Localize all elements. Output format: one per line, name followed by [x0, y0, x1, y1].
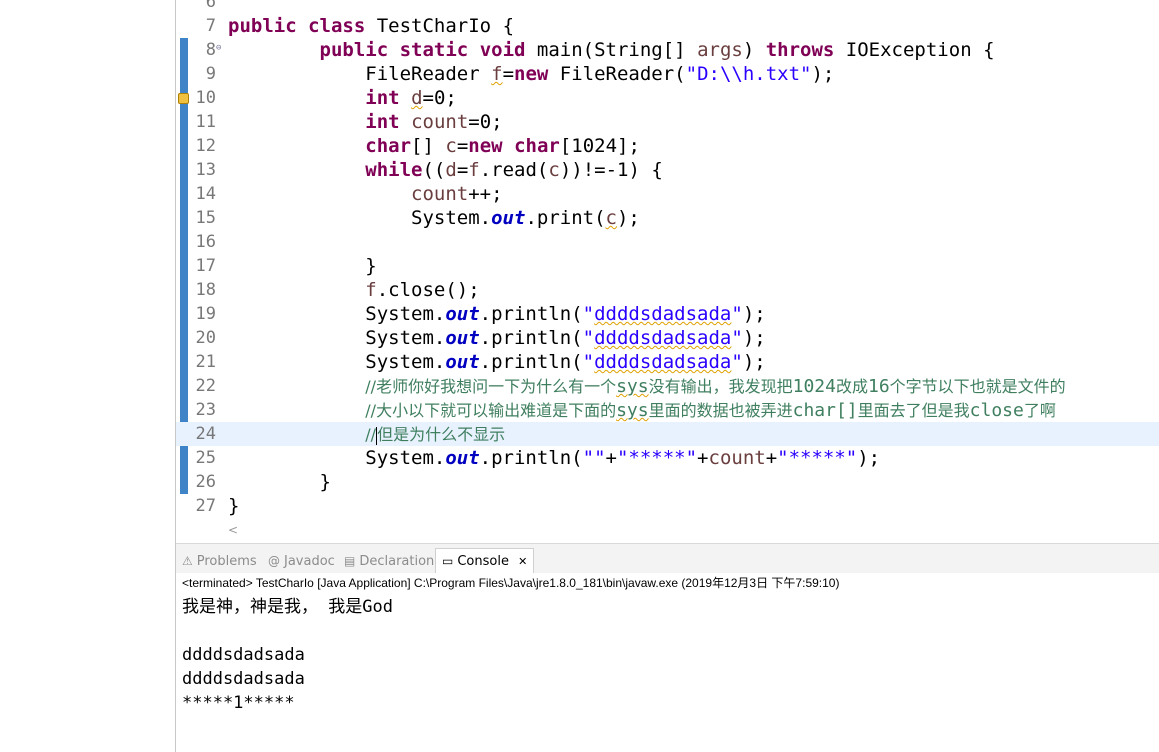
code-line[interactable]: 18 f.close();	[176, 278, 1159, 302]
code-text[interactable]: count++;	[228, 182, 503, 206]
code-editor[interactable]: 6 7 public class TestCharIo {8 ⊖ public sta…	[176, 0, 1159, 543]
fold-toggle-icon[interactable]: ⊖	[216, 43, 221, 53]
code-text[interactable]: public class TestCharIo {	[228, 14, 514, 38]
line-number: 11	[195, 112, 216, 132]
tab-label: Problems	[196, 554, 257, 569]
code-text[interactable]: int count=0;	[228, 110, 502, 134]
code-text[interactable]: System.out.println(""+"*****"+count+"***…	[228, 446, 880, 470]
code-line[interactable]: 8 ⊖ public static void main(String[] args…	[176, 38, 1159, 62]
line-number: 13	[195, 160, 216, 180]
horizontal-scrollbar[interactable]: <	[176, 521, 1159, 543]
code-text[interactable]: }	[228, 470, 331, 494]
code-text[interactable]: while((d=f.read(c))!=-1) {	[228, 158, 663, 182]
code-text[interactable]: System.out.print(c);	[228, 206, 640, 230]
code-text[interactable]: int d=0;	[228, 86, 457, 110]
code-text[interactable]: //老师你好我想问一下为什么有一个sys没有输出，我发现把1024改成16个字节…	[228, 374, 1065, 399]
code-line[interactable]: 15 System.out.print(c);	[176, 206, 1159, 230]
code-line[interactable]: 14 count++;	[176, 182, 1159, 206]
line-number: 23	[195, 400, 216, 420]
line-number: 19	[195, 304, 216, 324]
code-text[interactable]: //但是为什么不显示	[228, 422, 505, 447]
line-number: 24	[195, 424, 216, 444]
console-output-line: *****1*****	[182, 693, 295, 713]
code-text[interactable]: System.out.println("ddddsdadsada");	[228, 350, 765, 374]
line-number: 15	[195, 208, 216, 228]
console-status-line: <terminated> TestCharIo [Java Applicatio…	[182, 576, 840, 590]
tab-label: Declaration	[359, 554, 435, 569]
tab-declaration[interactable]: ▤ Declaration	[344, 549, 434, 573]
tab-console[interactable]: ▭ Console ✕	[435, 548, 535, 573]
code-line[interactable]: 19 System.out.println("ddddsdadsada");	[176, 302, 1159, 326]
line-number: 6	[205, 0, 216, 12]
code-line[interactable]: 24 //但是为什么不显示	[176, 422, 1159, 446]
code-text[interactable]: //大小以下就可以输出难道是下面的sys里面的数据也被弄进char[]里面去了但…	[228, 398, 1056, 423]
console-output-line: ddddsdadsada	[182, 669, 305, 689]
code-line[interactable]: 20 System.out.println("ddddsdadsada");	[176, 326, 1159, 350]
tab-label: Javadoc	[284, 554, 335, 569]
left-blank-area	[0, 0, 175, 752]
code-line[interactable]: 9 FileReader f=new FileReader("D:\\h.txt…	[176, 62, 1159, 86]
console-output-line: ddddsdadsada	[182, 645, 305, 665]
code-text[interactable]: public static void main(String[] args) t…	[228, 38, 995, 62]
code-line[interactable]: 25 System.out.println(""+"*****"+count+"…	[176, 446, 1159, 470]
code-text[interactable]: f.close();	[228, 278, 479, 302]
code-line[interactable]: 23 //大小以下就可以输出难道是下面的sys里面的数据也被弄进char[]里面…	[176, 398, 1159, 422]
console-icon: ▭	[442, 554, 454, 568]
code-line[interactable]: 6	[176, 0, 1159, 14]
code-text[interactable]: }	[228, 254, 376, 278]
line-number: 26	[195, 472, 216, 492]
line-number: 20	[195, 328, 216, 348]
code-line[interactable]: 27}	[176, 494, 1159, 518]
at-sign-icon: @	[268, 554, 280, 568]
tab-label: Console	[457, 554, 509, 569]
console-view[interactable]: <terminated> TestCharIo [Java Applicatio…	[176, 573, 1159, 752]
line-number: 18	[195, 280, 216, 300]
line-number: 21	[195, 352, 216, 372]
line-number: 17	[195, 256, 216, 276]
line-number: 7	[205, 16, 216, 36]
line-number: 16	[195, 232, 216, 252]
code-text[interactable]: System.out.println("ddddsdadsada");	[228, 302, 765, 326]
tab-problems[interactable]: ⚠ Problems	[182, 549, 257, 573]
code-text[interactable]: }	[228, 494, 239, 518]
line-number: 27	[195, 496, 216, 516]
line-number: 14	[195, 184, 216, 204]
line-number: 22	[195, 376, 216, 396]
close-icon[interactable]: ✕	[518, 555, 527, 568]
code-line[interactable]: 11 int count=0;	[176, 110, 1159, 134]
line-number: 8	[205, 40, 216, 60]
code-line[interactable]: 17 }	[176, 254, 1159, 278]
code-line[interactable]: 26 }	[176, 470, 1159, 494]
code-line[interactable]: 13 while((d=f.read(c))!=-1) {	[176, 158, 1159, 182]
line-number: 25	[195, 448, 216, 468]
console-output-line: 我是神，神是我， 我是God	[182, 597, 393, 617]
tab-javadoc[interactable]: @ Javadoc	[268, 549, 335, 573]
line-number: 9	[205, 64, 216, 84]
bottom-panel-tabbar: ⚠ Problems @ Javadoc ▤ Declaration ▭ Console…	[176, 543, 1159, 574]
line-number: 12	[195, 136, 216, 156]
code-line[interactable]: 12 char[] c=new char[1024];	[176, 134, 1159, 158]
code-text[interactable]: FileReader f=new FileReader("D:\\h.txt")…	[228, 62, 834, 86]
code-text[interactable]: char[] c=new char[1024];	[228, 134, 640, 158]
code-line[interactable]: 22 //老师你好我想问一下为什么有一个sys没有输出，我发现把1024改成16…	[176, 374, 1159, 398]
code-line[interactable]: 10 int d=0;	[176, 86, 1159, 110]
scroll-left-icon[interactable]: <	[228, 523, 238, 537]
declaration-icon: ▤	[344, 554, 356, 568]
code-line[interactable]: 7 public class TestCharIo {	[176, 14, 1159, 38]
warning-icon: ⚠	[182, 554, 193, 568]
warning-marker-icon[interactable]	[178, 93, 189, 104]
code-line[interactable]: 16	[176, 230, 1159, 254]
code-line[interactable]: 21 System.out.println("ddddsdadsada");	[176, 350, 1159, 374]
code-text[interactable]: System.out.println("ddddsdadsada");	[228, 326, 765, 350]
